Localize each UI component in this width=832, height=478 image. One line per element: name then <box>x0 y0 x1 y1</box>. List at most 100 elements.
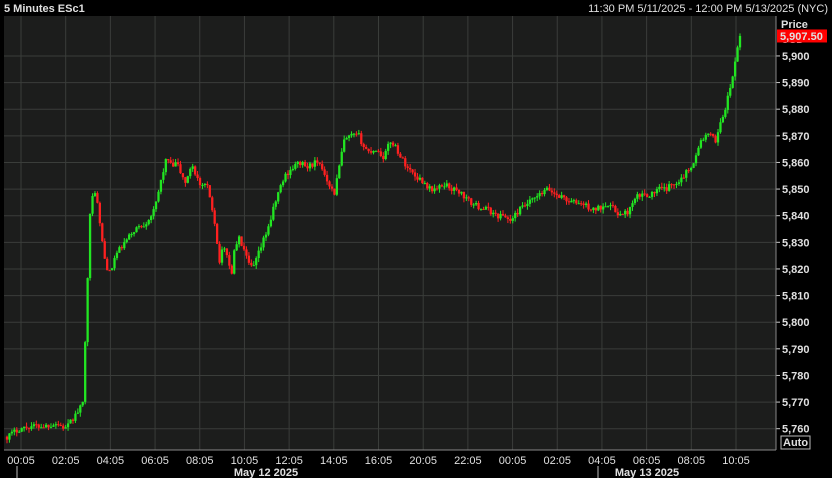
candle-body <box>677 182 681 184</box>
candle-body <box>597 205 600 211</box>
candle-body <box>418 177 422 180</box>
candle-body <box>736 47 739 62</box>
candle-body <box>303 162 307 167</box>
candle-body <box>484 206 488 210</box>
candle-body <box>120 247 123 249</box>
candle-body <box>667 184 671 191</box>
candle-body <box>633 198 637 204</box>
candle-body <box>93 193 97 196</box>
candle-body <box>40 427 43 429</box>
price-tick-label: 5,890 <box>782 78 810 90</box>
candle-body <box>154 201 158 210</box>
plot-area[interactable] <box>4 16 776 450</box>
candle-body <box>675 183 678 185</box>
time-tick-label: 06:05 <box>141 455 169 467</box>
candle-body <box>365 147 368 149</box>
candle-body <box>228 255 231 266</box>
candle-body <box>186 176 189 183</box>
candle-body <box>5 436 9 440</box>
candle-body <box>242 245 246 250</box>
candle-body <box>570 200 573 203</box>
candle-body <box>489 207 492 215</box>
candle-body <box>18 431 21 433</box>
candle-body <box>531 198 534 200</box>
candle-body <box>42 427 45 429</box>
candle-body <box>272 206 275 220</box>
candle-body <box>636 194 639 199</box>
candle-body <box>438 185 441 189</box>
candle-body <box>360 133 363 145</box>
candle-body <box>494 212 497 214</box>
price-label: Price <box>781 19 808 31</box>
candle-body <box>335 178 338 195</box>
candle-body <box>602 206 605 210</box>
candle-body <box>518 206 522 215</box>
candle-body <box>123 242 126 249</box>
candle-body <box>98 202 101 224</box>
candle-body <box>560 195 563 198</box>
candle-body <box>511 218 514 221</box>
candle-body <box>462 191 466 199</box>
candle-body <box>357 133 360 135</box>
candle-body <box>233 250 236 274</box>
candle-body <box>330 186 334 189</box>
candle-body <box>643 193 646 195</box>
candle-body <box>565 197 568 202</box>
candle-body <box>396 145 400 154</box>
candle-body <box>230 265 233 274</box>
time-tick-label: 02:05 <box>52 455 80 467</box>
date-label: May 13 2025 <box>615 467 679 478</box>
candle-body <box>103 241 106 259</box>
candle-body <box>704 134 707 140</box>
date-label: May 12 2025 <box>234 467 298 478</box>
candle-body <box>575 200 578 204</box>
candle-body <box>474 202 478 205</box>
candle-body <box>404 158 407 167</box>
candle-body <box>521 205 524 207</box>
candle-body <box>711 133 715 137</box>
candle-body <box>10 431 14 434</box>
candle-body <box>501 213 505 216</box>
candle-body <box>76 412 80 414</box>
candle-body <box>181 173 185 178</box>
candle-body <box>394 145 397 147</box>
candle-body <box>284 173 287 182</box>
candle-body <box>638 194 641 197</box>
candle-body <box>118 247 121 253</box>
candle-body <box>32 424 36 427</box>
candle-body <box>325 174 329 182</box>
candle-body <box>157 191 160 202</box>
candle-body <box>536 196 539 198</box>
candle-body <box>191 166 194 169</box>
candle-body <box>658 186 661 190</box>
candle-body <box>313 160 317 167</box>
candle-body <box>128 234 131 240</box>
candle-body <box>482 209 485 211</box>
candle-body <box>572 200 576 202</box>
candle-body <box>716 132 720 143</box>
candle-body <box>162 172 165 180</box>
time-tick-label: 16:05 <box>365 455 393 467</box>
candle-body <box>435 188 439 190</box>
candle-body <box>553 192 556 194</box>
candle-body <box>387 143 390 151</box>
candle-body <box>323 169 326 175</box>
candle-body <box>580 203 583 205</box>
candle-body <box>619 213 622 216</box>
candle-body <box>101 223 104 242</box>
candle-body <box>147 220 150 225</box>
candle-body <box>321 163 324 170</box>
candle-body <box>594 207 597 211</box>
price-tick-label: 5,880 <box>782 104 810 116</box>
candle-body <box>352 133 356 135</box>
candle-body <box>523 205 527 207</box>
time-tick-label: 20:05 <box>409 455 437 467</box>
candle-body <box>440 185 444 187</box>
candle-body <box>88 213 92 279</box>
candle-body <box>220 249 224 263</box>
price-axis[interactable]: 5,760 5,770 5,780 5,790 5,800 5,810 5,820 5,830… <box>776 51 810 436</box>
candle-body <box>477 202 480 210</box>
candle-body <box>626 210 629 215</box>
candle-body <box>685 170 688 178</box>
candle-body <box>184 177 187 183</box>
